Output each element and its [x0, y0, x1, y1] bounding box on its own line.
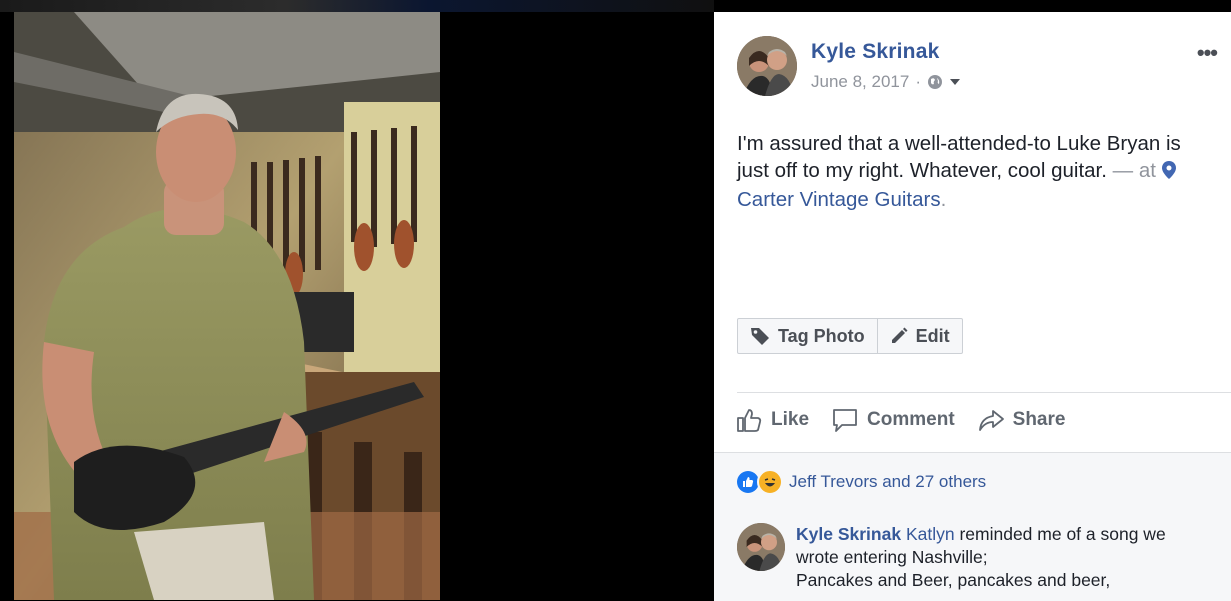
- comment-tag[interactable]: Katlyn: [906, 524, 955, 544]
- commenter-avatar-image: [737, 523, 785, 571]
- share-label: Share: [1012, 409, 1066, 430]
- like-button[interactable]: Like: [735, 406, 809, 434]
- photo-action-buttons: Tag Photo Edit: [737, 318, 963, 354]
- author-avatar[interactable]: [737, 36, 797, 96]
- location-link[interactable]: Carter Vintage Guitars: [737, 188, 941, 211]
- tag-photo-label: Tag Photo: [778, 325, 865, 346]
- edit-button[interactable]: Edit: [876, 319, 962, 353]
- post-photo[interactable]: [14, 12, 440, 600]
- location-suffix: .: [940, 188, 947, 211]
- location-pin-icon: [1161, 159, 1176, 186]
- reactions-text: Jeff Trevors and 27 others: [789, 472, 987, 491]
- comment-label: Comment: [867, 409, 955, 430]
- edit-label: Edit: [915, 325, 950, 346]
- share-button[interactable]: Share: [977, 406, 1066, 434]
- post-author-name[interactable]: Kyle Skrinak: [811, 40, 939, 64]
- post-meta: June 8, 2017 ·: [811, 72, 961, 92]
- comment-icon: [831, 406, 859, 434]
- divider: [737, 392, 1231, 393]
- post-sidebar: Kyle Skrinak June 8, 2017 · ••• I'm assu…: [714, 12, 1231, 601]
- comment-line2: Pancakes and Beer, pancakes and beer,: [796, 570, 1111, 590]
- top-strip: [0, 0, 714, 12]
- post-date[interactable]: June 8, 2017: [811, 72, 909, 92]
- comment-author[interactable]: Kyle Skrinak: [796, 524, 901, 544]
- post-message: I'm assured that a well-attended-to Luke…: [737, 130, 1197, 213]
- comment-button[interactable]: Comment: [831, 406, 955, 434]
- post-actions: Like Comment Share: [735, 406, 1065, 434]
- more-options-icon[interactable]: •••: [1197, 40, 1218, 66]
- haha-reaction-icon: [757, 469, 783, 495]
- photo-viewer: [0, 12, 714, 600]
- meta-separator: ·: [915, 72, 921, 91]
- commenter-avatar[interactable]: [737, 523, 785, 571]
- tag-photo-button[interactable]: Tag Photo: [738, 319, 877, 353]
- pencil-icon: [890, 327, 908, 345]
- photo-image: [14, 12, 440, 600]
- avatar-image: [737, 36, 797, 96]
- share-icon: [977, 406, 1005, 434]
- privacy-dropdown-icon[interactable]: [949, 76, 961, 88]
- comment-body: Kyle Skrinak Katlyn reminded me of a son…: [796, 523, 1206, 592]
- feedback-section: Jeff Trevors and 27 others Kyle Skrinak …: [714, 452, 1231, 601]
- like-label: Like: [771, 409, 810, 430]
- like-reaction-icon: [737, 471, 759, 493]
- tag-icon: [750, 326, 770, 346]
- reactions-summary[interactable]: Jeff Trevors and 27 others: [737, 469, 986, 495]
- thumbs-up-icon: [735, 406, 763, 434]
- at-label: — at: [1112, 159, 1156, 182]
- globe-icon[interactable]: [927, 74, 943, 90]
